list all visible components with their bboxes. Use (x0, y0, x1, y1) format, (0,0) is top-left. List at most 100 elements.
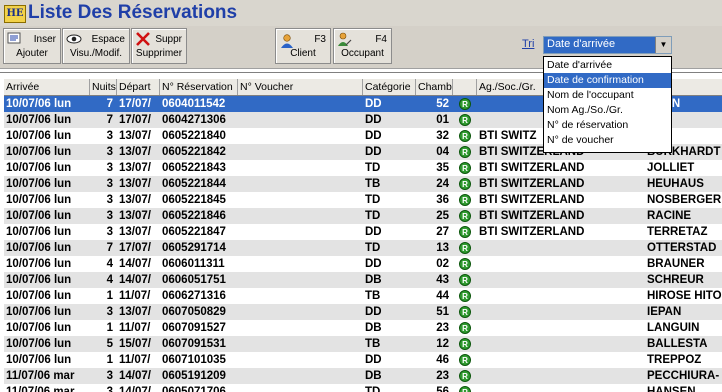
cell-agent: BTI SWITZERLAND (479, 210, 585, 222)
cell-depart: 13/07/ (119, 146, 151, 158)
f3-client-button[interactable]: F3 Client (275, 28, 331, 64)
cell-depart: 14/07/ (119, 370, 151, 382)
table-row[interactable]: 10/07/06 lun 4 14/07/0606011311 DD 02 BRAUNER… (4, 256, 722, 272)
chevron-down-icon[interactable]: ▼ (655, 37, 671, 53)
cell-voucher (238, 288, 363, 304)
cell-chambre: 25 (436, 210, 449, 222)
cell-categorie: DD (365, 306, 382, 318)
cell-chambre: 13 (436, 242, 449, 254)
espace-visu-modif-button[interactable]: Espace Visu./Modif. (62, 28, 130, 64)
table-row[interactable]: 10/07/06 lun 3 13/07/0605221847 DD 27 BTI SWI… (4, 224, 722, 240)
cell-voucher (238, 160, 363, 176)
col-header-chambre[interactable]: Chambi (416, 79, 453, 95)
col-header-nuits[interactable]: Nuits (90, 79, 117, 95)
cell-reservation: 0607101035 (162, 354, 226, 366)
cell-chambre: 23 (436, 370, 449, 382)
cell-occupant: HIROSE HITO (647, 290, 722, 302)
cell-agent (477, 256, 645, 272)
cell-voucher (238, 352, 363, 368)
col-header-arrivee[interactable]: Arrivée (4, 79, 90, 95)
cell-reservation: 0604011542 (162, 98, 226, 110)
table-row[interactable]: 10/07/06 lun 1 11/07/0606271316 TB 44 HIROSE … (4, 288, 722, 304)
sort-selected-value: Date d'arrivée (547, 38, 616, 50)
cell-arrivee: 10/07/06 lun (6, 210, 72, 222)
cell-occupant: RACINE (647, 210, 692, 222)
cell-agent: BTI SWITZERLAND (479, 194, 585, 206)
cell-arrivee: 10/07/06 lun (6, 242, 72, 254)
col-header-voucher[interactable]: N° Voucher (238, 79, 363, 95)
reservation-status-icon: R (459, 146, 471, 158)
cell-occupant: BALLESTA (647, 338, 708, 350)
cell-voucher (238, 144, 363, 160)
table-row[interactable]: 10/07/06 lun 4 14/07/0606051751 DB 43 SCHREUR… (4, 272, 722, 288)
cell-depart: 11/07/ (119, 290, 151, 302)
cell-arrivee: 10/07/06 lun (6, 322, 72, 334)
cell-nuits: 1 (106, 354, 113, 366)
cell-reservation: 0605221840 (162, 130, 226, 142)
cell-voucher (238, 192, 363, 208)
reservation-status-icon: R (459, 258, 471, 270)
reservation-status-icon: R (459, 354, 471, 366)
table-row[interactable]: 10/07/06 lun 3 13/07/0607050829 DD 51 IEPAN R (4, 304, 722, 320)
cell-categorie: DB (365, 370, 382, 382)
page-title: Liste Des Réservations (28, 2, 238, 23)
f4-occupant-button[interactable]: F4 Occupant (333, 28, 392, 64)
title-bar: HE Liste Des Réservations (0, 0, 722, 26)
cell-depart: 15/07/ (119, 338, 151, 350)
cell-chambre: 52 (436, 98, 449, 110)
table-row[interactable]: 10/07/06 lun 3 13/07/0605221846 TD 25 BTI SWI… (4, 208, 722, 224)
cell-occupant: BRAUNER (647, 258, 705, 270)
cell-reservation: 0606271316 (162, 290, 226, 302)
col-header-status[interactable] (453, 79, 477, 95)
sort-option-nom-occupant[interactable]: Nom de l'occupant (544, 88, 671, 103)
sort-option-num-voucher[interactable]: N° de voucher (544, 133, 671, 148)
cell-nuits: 1 (106, 322, 113, 334)
inser-ajouter-button[interactable]: Inser Ajouter (3, 28, 61, 64)
reservation-status-icon: R (459, 290, 471, 302)
table-row[interactable]: 10/07/06 lun 5 15/07/0607091531 TB 12 BALLEST… (4, 336, 722, 352)
cell-occupant: IEPAN (647, 306, 682, 318)
cell-occupant: TREPPOZ (647, 354, 702, 366)
sort-option-date-confirmation[interactable]: Date de confirmation (544, 73, 671, 88)
reservation-status-icon: R (459, 98, 471, 110)
cell-depart: 11/07/ (119, 354, 151, 366)
sort-option-nom-agence[interactable]: Nom Ag./So./Gr. (544, 103, 671, 118)
cell-depart: 17/07/ (119, 242, 151, 254)
cell-arrivee: 10/07/06 lun (6, 114, 72, 126)
table-row[interactable]: 10/07/06 lun 7 17/07/0605291714 TD 13 OTTERST… (4, 240, 722, 256)
col-header-reservation[interactable]: N° Réservation (160, 79, 238, 95)
cell-agent (477, 368, 645, 384)
reservation-status-icon: R (459, 370, 471, 382)
sort-select[interactable]: Date d'arrivée ▼ (543, 36, 672, 54)
reservation-status-icon: R (459, 338, 471, 350)
sort-option-date-arrivee[interactable]: Date d'arrivée (544, 58, 671, 73)
cell-reservation: 0605291714 (162, 242, 226, 254)
reservation-status-icon: R (459, 194, 471, 206)
cell-chambre: 44 (436, 290, 449, 302)
cell-agent (477, 336, 645, 352)
cell-chambre: 35 (436, 162, 449, 174)
table-row[interactable]: 10/07/06 lun 3 13/07/0605221844 TB 24 BTI SWI… (4, 176, 722, 192)
col-header-categorie[interactable]: Catégorie (363, 79, 416, 95)
table-row[interactable]: 10/07/06 lun 3 13/07/0605221845 TD 36 BTI SWI… (4, 192, 722, 208)
table-row[interactable]: 11/07/06 mar 3 14/07/0605191209 DB 23 PECCHIU… (4, 368, 722, 384)
table-row[interactable]: 10/07/06 lun 3 13/07/0605221843 TD 35 BTI SWI… (4, 160, 722, 176)
cell-chambre: 46 (436, 354, 449, 366)
cell-agent (477, 240, 645, 256)
suppr-supprimer-button[interactable]: Suppr Supprimer (131, 28, 187, 64)
cell-categorie: TB (365, 178, 381, 190)
cell-arrivee: 10/07/06 lun (6, 194, 72, 206)
cell-occupant: JOLLIET (647, 162, 695, 174)
table-row[interactable]: 10/07/06 lun 1 11/07/0607101035 DD 46 TREPPOZ… (4, 352, 722, 368)
cell-voucher (238, 240, 363, 256)
cell-nuits: 3 (106, 370, 113, 382)
cell-arrivee: 10/07/06 lun (6, 226, 72, 238)
cell-arrivee: 10/07/06 lun (6, 290, 72, 302)
table-row[interactable]: 10/07/06 lun 1 11/07/0607091527 DB 23 LANGUIN… (4, 320, 722, 336)
cell-voucher (238, 336, 363, 352)
col-header-depart[interactable]: Départ (117, 79, 160, 95)
cell-voucher (238, 256, 363, 272)
cell-nuits: 7 (106, 114, 113, 126)
sort-option-num-reservation[interactable]: N° de réservation (544, 118, 671, 133)
cell-reservation: 0605221844 (162, 178, 226, 190)
